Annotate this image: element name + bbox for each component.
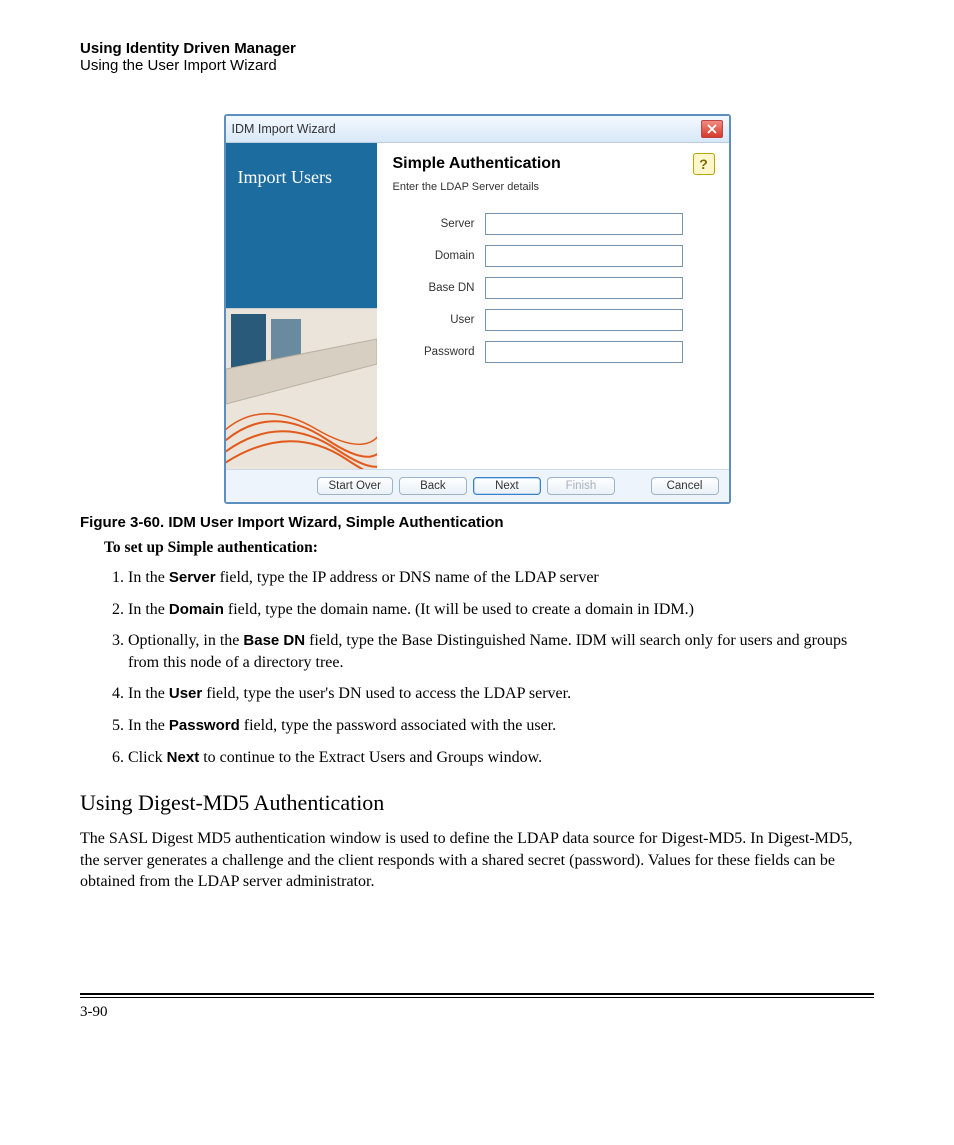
list-item: In the Domain field, type the domain nam…	[128, 599, 874, 621]
list-item: In the User field, type the user's DN us…	[128, 683, 874, 705]
section-body: The SASL Digest MD5 authentication windo…	[80, 828, 874, 893]
user-label: User	[393, 314, 475, 326]
cancel-button[interactable]: Cancel	[651, 477, 719, 495]
figure-caption: Figure 3-60. IDM User Import Wizard, Sim…	[80, 514, 874, 531]
startover-button[interactable]: Start Over	[317, 477, 393, 495]
next-button[interactable]: Next	[473, 477, 541, 495]
list-item: In the Server field, type the IP address…	[128, 567, 874, 589]
list-item: In the Password field, type the password…	[128, 715, 874, 737]
basedn-label: Base DN	[393, 282, 475, 294]
password-label: Password	[393, 346, 475, 358]
user-input[interactable]	[485, 309, 683, 331]
basedn-input[interactable]	[485, 277, 683, 299]
wizard-dialog: IDM Import Wizard Import Users	[224, 114, 731, 504]
list-item: Click Next to continue to the Extract Us…	[128, 747, 874, 769]
domain-input[interactable]	[485, 245, 683, 267]
dialog-sidebar: Import Users	[226, 143, 377, 469]
help-button[interactable]: ?	[693, 153, 715, 175]
procedure-lead: To set up Simple authentication:	[104, 539, 874, 557]
sidebar-title: Import Users	[226, 143, 377, 308]
server-label: Server	[393, 218, 475, 230]
panel-title: Simple Authentication	[393, 155, 713, 173]
page-footer: 3-90	[80, 993, 874, 1021]
server-input[interactable]	[485, 213, 683, 235]
finish-button: Finish	[547, 477, 615, 495]
password-input[interactable]	[485, 341, 683, 363]
dialog-button-bar: Start Over Back Next Finish Cancel	[226, 469, 729, 502]
close-icon	[706, 124, 718, 134]
section-heading: Using Digest-MD5 Authentication	[80, 790, 874, 816]
help-icon: ?	[699, 156, 708, 172]
header-subtitle: Using the User Import Wizard	[80, 57, 874, 74]
dialog-titlebar: IDM Import Wizard	[226, 116, 729, 143]
domain-label: Domain	[393, 250, 475, 262]
page-header: Using Identity Driven Manager Using the …	[80, 40, 874, 74]
list-item: Optionally, in the Base DN field, type t…	[128, 630, 874, 673]
panel-subtitle: Enter the LDAP Server details	[393, 181, 713, 193]
procedure-list: In the Server field, type the IP address…	[104, 567, 874, 768]
close-button[interactable]	[701, 120, 723, 138]
dialog-title: IDM Import Wizard	[232, 122, 336, 136]
page-number: 3-90	[80, 997, 874, 1021]
header-title: Using Identity Driven Manager	[80, 40, 874, 57]
back-button[interactable]: Back	[399, 477, 467, 495]
sidebar-image	[226, 308, 377, 469]
